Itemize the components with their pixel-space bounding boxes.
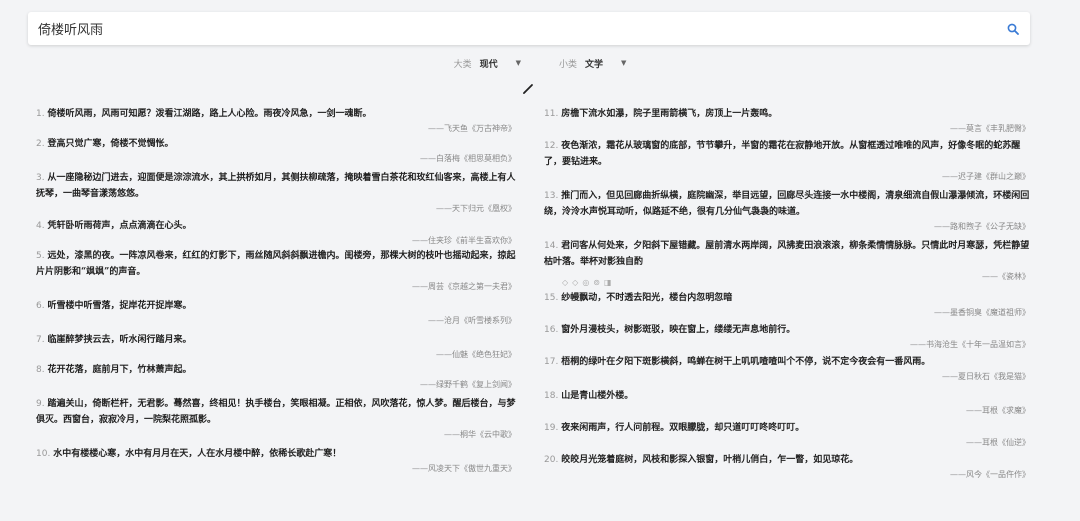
poem-text: 远处，漆黑的夜。一阵凉风卷来，红红的灯影下，雨丝随风斜斜飘进檐内。闺楼旁，那棵大… (36, 251, 516, 277)
poem-text: 君问客从何处来，夕阳斜下屋错藏。屋前清水两岸阔，风拂麦田浪滚滚，柳条柔情情脉脉。… (544, 241, 1030, 267)
poem-source: ——周芸《京越之第一夫君》 (412, 282, 516, 291)
poem-source: ——风今《一品仵作》 (950, 470, 1030, 479)
poem-text: 房檐下流水如瀑，院子里雨箭横飞，房顶上一片轰鸣。 (561, 109, 778, 119)
poem-item[interactable]: 14. 君问客从何处来，夕阳斜下屋错藏。屋前清水两岸阔，风拂麦田浪滚滚，柳条柔情… (544, 238, 1034, 290)
chevron-down-icon: ▼ (621, 59, 627, 67)
poem-item[interactable]: 4. 凭轩卧听雨荷声，点点滴滴在心头。 ——住夹珍《前半生喜欢你》 (36, 218, 520, 248)
minor-category-label: 小类 (559, 59, 578, 70)
poem-text: 水中有楼楼心寒，水中有月月在天，人在水月楼中醉，依稀长歌赴广寒！ (53, 449, 342, 459)
poem-text: 倚楼听风雨，风雨可知愿？泼看江湖路，路上人心险。雨夜冷风急，一剑一魂断。 (47, 109, 372, 119)
poem-source: ——绿野千鹤《复上剑闻》 (420, 380, 516, 389)
poem-source: ——天下归元《凰权》 (436, 204, 516, 213)
poem-text: 梧桐的绿叶在夕阳下斑影横斜，鸣蝉在树干上叽叽喳喳叫个不停，说不定今夜会有一番风雨… (561, 357, 931, 367)
poem-item[interactable]: 5. 远处，漆黑的夜。一阵凉风卷来，红红的灯影下，雨丝随风斜斜飘进檐内。闺楼旁，… (36, 248, 520, 298)
poem-item[interactable]: 8. 花开花落，庭前月下，竹林萧声起。 ——绿野千鹤《复上剑闻》 (36, 362, 520, 396)
poem-item[interactable]: 2. 登高只觉广寒，倚楼不觉惆怅。 ——白落梅《相思莫相负》 (36, 136, 520, 170)
chevron-down-icon: ▼ (515, 59, 521, 67)
thumbs-down-icon[interactable]: ◇ (572, 276, 578, 290)
poem-text: 推门而入，但见回廊曲折纵横，庭院幽深，举目远望，回廊尽头连接一水中楼阁，清泉细流… (544, 191, 1030, 217)
poem-source: ——住夹珍《前半生喜欢你》 (412, 236, 516, 245)
poem-source: ——沧月《听雪楼系列》 (428, 316, 516, 325)
major-category-label: 大类 (453, 59, 472, 70)
poem-item[interactable]: 13. 推门而入，但见回廊曲折纵横，庭院幽深，举目远望，回廊尽头连接一水中楼阁，… (544, 188, 1034, 238)
poem-text: 凭轩卧听雨荷声，点点滴滴在心头。 (47, 221, 192, 231)
poem-item[interactable]: 6. 听雪楼中听雪落，捉岸花开捉岸寒。 ——沧月《听雪楼系列》 (36, 298, 520, 332)
poem-action-toolbar: ◇ ◇ ◎ ⊚ ◨ (562, 276, 612, 290)
poem-item[interactable]: 20. 皎皎月光笼着庭树，风枝和影探入银窗，叶梢儿俏白，乍一瞥，如见琼花。 ——风… (544, 452, 1034, 482)
poem-text: 踏遍关山，倚断栏杆，无君影。蓦然喜，终相见！执手楼台，笑眼相凝。正相依，风吹落花… (36, 399, 516, 425)
poem-item[interactable]: 19. 夜来闲雨声，行人问前程。双眼朦胧，却只道叮叮咚咚叮叮。 ——耳根《仙逆》 (544, 420, 1034, 452)
thumbs-up-icon[interactable]: ◇ (562, 276, 568, 290)
poem-text: 听雪楼中听雪落，捉岸花开捉岸寒。 (47, 301, 192, 311)
poem-source: ——白落梅《相思莫相负》 (420, 154, 516, 163)
poem-item[interactable]: 18. 山是青山楼外楼。 ——耳根《求魔》 (544, 388, 1034, 420)
poem-text: 临崖醉梦挟云去，听水闲行踏月来。 (47, 335, 192, 345)
poem-item[interactable]: 9. 踏遍关山，倚断栏杆，无君影。蓦然喜，终相见！执手楼台，笑眼相凝。正相依，风… (36, 396, 520, 446)
search-icon[interactable] (1006, 22, 1020, 36)
search-bar (28, 12, 1030, 45)
minor-category-select[interactable]: 小类 文学 ▼ (559, 55, 626, 71)
poem-item[interactable]: 17. 梧桐的绿叶在夕阳下斑影横斜，鸣蝉在树干上叽叽喳喳叫个不停，说不定今夜会有… (544, 354, 1034, 388)
poem-item[interactable]: 3. 从一座隐秘边门进去，迎面便是淙淙流水，其上拱桥如月，其侧扶柳疏落，掩映着雪… (36, 170, 520, 218)
poem-source: ——夏日秋石《我是猫》 (942, 372, 1030, 381)
poem-source: ——《瓷林》 (982, 272, 1030, 281)
collect-icon[interactable]: ◎ (582, 276, 589, 290)
poem-source: ——莫言《丰乳肥臀》 (950, 124, 1030, 133)
poem-text: 夜来闲雨声，行人问前程。双眼朦胧，却只道叮叮咚咚叮叮。 (561, 423, 805, 433)
poem-item[interactable]: 16. 窗外月漫枝头，树影斑驳，映在窗上，缕缕无声息地前行。 ——书海沧生《十年一… (544, 322, 1034, 354)
poem-text: 夜色渐浓，霜花从玻璃窗的底部，节节攀升，半窗的霜花在寂静地开放。从窗框透过唯唯的… (544, 141, 1021, 167)
major-category-select[interactable]: 大类 现代 ▼ (454, 55, 521, 71)
poem-source: ——仙魅《绝色狂妃》 (436, 350, 516, 359)
poem-item[interactable]: 15. 纱幔飘动，不时透去阳光，楼台内忽明忽暗 ——墨香铜臭《魔道祖师》 (544, 290, 1034, 322)
poem-text: 山是青山楼外楼。 (561, 391, 634, 401)
category-filters: 大类 现代 ▼ 小类 文学 ▼ (0, 55, 1080, 71)
poem-text: 从一座隐秘边门进去，迎面便是淙淙流水，其上拱桥如月，其侧扶柳疏落，掩映着雪白茶花… (36, 173, 516, 199)
poem-list-right: 11. 房檐下流水如瀑，院子里雨箭横飞，房顶上一片轰鸣。 ——莫言《丰乳肥臀》 1… (544, 106, 1034, 482)
poem-source: ——迟子建《群山之巅》 (942, 172, 1030, 181)
poem-item[interactable]: 10. 水中有楼楼心寒，水中有月月在天，人在水月楼中醉，依稀长歌赴广寒！ ——风凌… (36, 446, 520, 476)
poem-item[interactable]: 11. 房檐下流水如瀑，院子里雨箭横飞，房顶上一片轰鸣。 ——莫言《丰乳肥臀》 (544, 106, 1034, 138)
poem-source: ——书海沧生《十年一品温如言》 (910, 340, 1030, 349)
share-icon[interactable]: ◨ (604, 276, 612, 290)
poem-source: ——墨香铜臭《魔道祖师》 (934, 308, 1030, 317)
pencil-icon[interactable] (522, 80, 534, 94)
poem-item[interactable]: 12. 夜色渐浓，霜花从玻璃窗的底部，节节攀升，半窗的霜花在寂静地开放。从窗框透… (544, 138, 1034, 188)
poem-source: ——桐华《云中歌》 (444, 430, 516, 439)
poem-source: ——飞天鱼《万古神帝》 (428, 124, 516, 133)
poem-source: ——路和煦子《公子无缺》 (934, 222, 1030, 231)
poem-list-left: 1. 倚楼听风雨，风雨可知愿？泼看江湖路，路上人心险。雨夜冷风急，一剑一魂断。 —… (36, 106, 520, 476)
minor-category-value: 文学 (585, 59, 604, 70)
poem-item[interactable]: 7. 临崖醉梦挟云去，听水闲行踏月来。 ——仙魅《绝色狂妃》 (36, 332, 520, 362)
poem-text: 登高只觉广寒，倚楼不觉惆怅。 (47, 139, 174, 149)
poem-text: 花开花落，庭前月下，竹林萧声起。 (47, 365, 192, 375)
poem-text: 窗外月漫枝头，树影斑驳，映在窗上，缕缕无声息地前行。 (561, 325, 796, 335)
poem-source: ——耳根《求魔》 (966, 406, 1030, 415)
search-input[interactable] (38, 21, 1006, 36)
poem-source: ——耳根《仙逆》 (966, 438, 1030, 447)
major-category-value: 现代 (479, 59, 498, 70)
poem-text: 纱幔飘动，不时透去阳光，楼台内忽明忽暗 (561, 293, 733, 303)
poem-text: 皎皎月光笼着庭树，风枝和影探入银窗，叶梢儿俏白，乍一瞥，如见琼花。 (561, 455, 859, 465)
copy-icon[interactable]: ⊚ (593, 276, 600, 290)
poem-item[interactable]: 1. 倚楼听风雨，风雨可知愿？泼看江湖路，路上人心险。雨夜冷风急，一剑一魂断。 —… (36, 106, 520, 136)
poem-source: ——风凌天下《傲世九重天》 (412, 464, 516, 473)
